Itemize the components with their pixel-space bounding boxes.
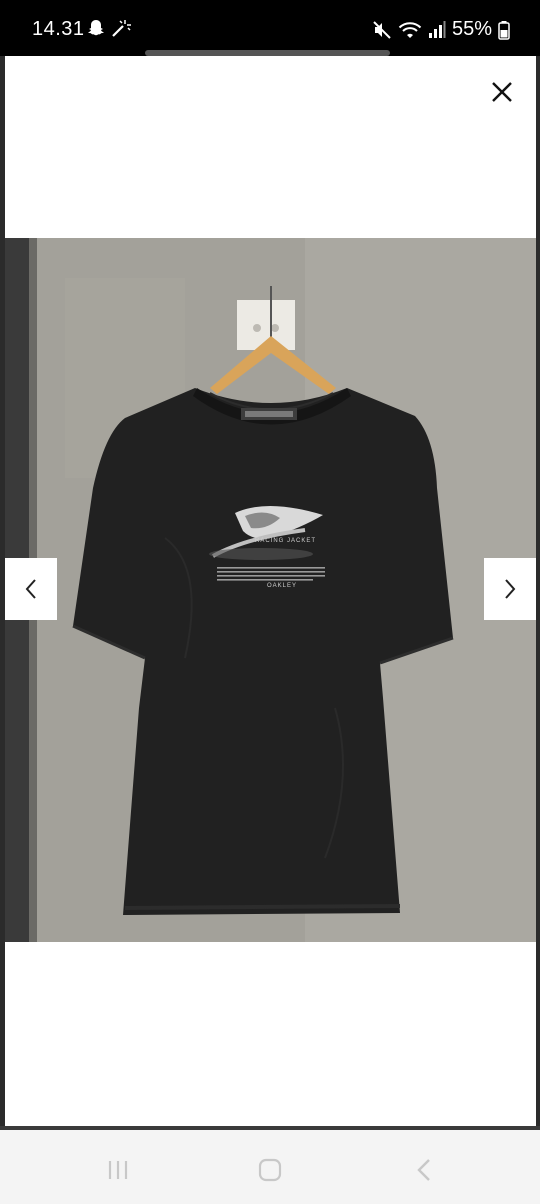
image-viewer-modal: RACING JACKET OAKLEY bbox=[5, 56, 536, 1126]
next-image-button[interactable] bbox=[484, 558, 536, 620]
back-button[interactable] bbox=[410, 1156, 438, 1184]
mute-icon bbox=[373, 20, 391, 39]
chevron-right-icon bbox=[505, 579, 516, 599]
magic-wand-icon bbox=[112, 20, 131, 37]
system-status-icons: 55% bbox=[372, 18, 510, 41]
graphic-logo: OAKLEY bbox=[267, 583, 298, 589]
battery-icon bbox=[498, 20, 510, 40]
battery-percent: 55% bbox=[451, 18, 492, 40]
chevron-left-icon bbox=[25, 579, 36, 599]
home-button[interactable] bbox=[256, 1156, 284, 1184]
tshirt-photo-illustration bbox=[5, 238, 536, 942]
status-time: 14.31 bbox=[32, 18, 85, 40]
notification-icons bbox=[86, 18, 132, 38]
close-button[interactable] bbox=[484, 74, 520, 110]
wifi-icon bbox=[398, 21, 422, 38]
recent-apps-button[interactable] bbox=[104, 1156, 132, 1184]
close-icon bbox=[492, 82, 512, 102]
system-navigation-bar bbox=[0, 1126, 540, 1204]
recent-apps-icon bbox=[108, 1161, 128, 1179]
back-icon bbox=[417, 1159, 430, 1181]
snapchat-ghost-icon bbox=[88, 20, 104, 36]
status-bar: 14.31 55% bbox=[0, 0, 540, 56]
home-icon bbox=[258, 1158, 282, 1182]
graphic-title: RACING JACKET bbox=[255, 538, 317, 544]
previous-image-button[interactable] bbox=[5, 558, 57, 620]
signal-icon bbox=[428, 20, 446, 38]
product-photo: RACING JACKET OAKLEY bbox=[5, 238, 536, 942]
